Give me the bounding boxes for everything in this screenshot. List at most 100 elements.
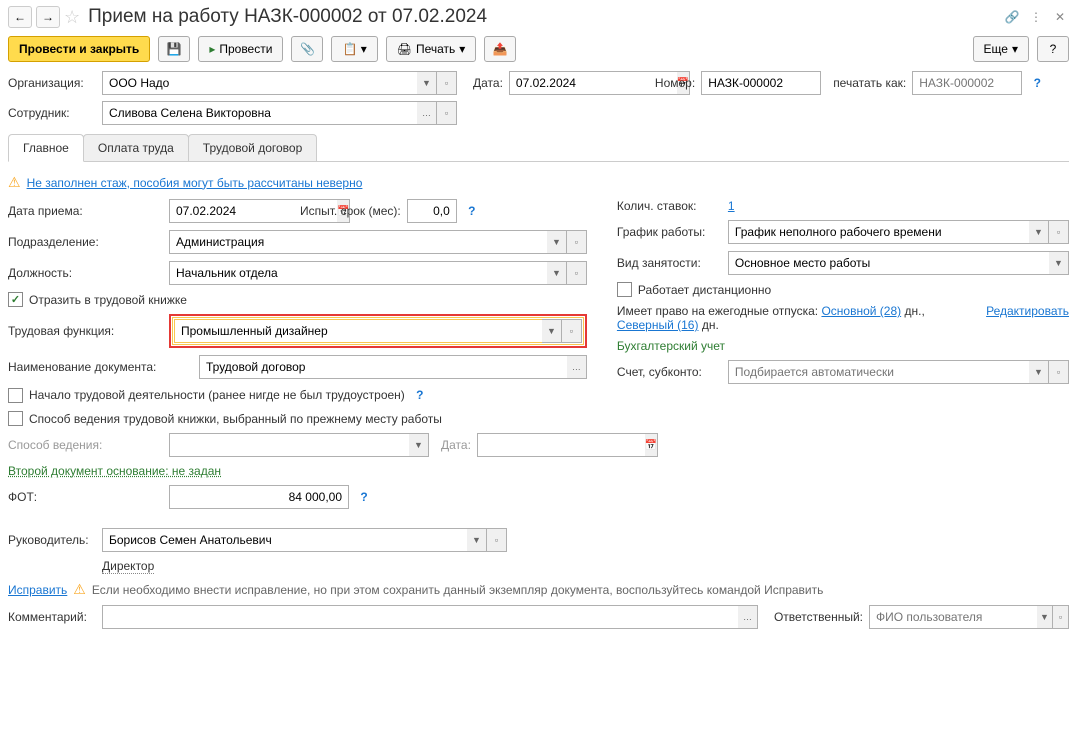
responsible-dropdown-button[interactable]: ▼ xyxy=(1037,605,1053,629)
dept-open-button[interactable]: ▫ xyxy=(567,230,587,254)
emp-type-dropdown-button[interactable]: ▼ xyxy=(1049,251,1069,275)
trial-input[interactable] xyxy=(407,199,457,223)
edit-link[interactable]: Редактировать xyxy=(986,304,1069,318)
fix-link[interactable]: Исправить xyxy=(8,583,67,597)
position-input[interactable] xyxy=(169,261,547,285)
vacation-days2: дн. xyxy=(702,318,719,332)
first-job-checkbox[interactable] xyxy=(8,388,23,403)
function-input[interactable] xyxy=(174,319,542,343)
remote-label: Работает дистанционно xyxy=(638,283,771,297)
hire-date-label: Дата приема: xyxy=(8,204,163,218)
post-button[interactable]: ▸Провести xyxy=(198,36,283,62)
emp-type-label: Вид занятости: xyxy=(617,256,722,270)
date-label: Дата: xyxy=(473,76,503,90)
favorite-star-icon[interactable]: ☆ xyxy=(64,7,80,28)
account-open-button[interactable]: ▫ xyxy=(1049,360,1069,384)
first-job-help-icon[interactable]: ? xyxy=(411,386,429,404)
employee-ellipsis-button[interactable]: … xyxy=(417,101,437,125)
print-button[interactable]: 🖨 Печать ▾ xyxy=(386,36,477,62)
date2-label: Дата: xyxy=(441,438,471,452)
post-and-close-button[interactable]: Провести и закрыть xyxy=(8,36,150,62)
position-label: Должность: xyxy=(8,266,163,280)
trial-help-icon[interactable]: ? xyxy=(463,202,481,220)
tab-contract[interactable]: Трудовой договор xyxy=(188,134,317,161)
date-input[interactable] xyxy=(509,71,677,95)
org-dropdown-button[interactable]: ▼ xyxy=(417,71,437,95)
export-button[interactable]: 📤 xyxy=(484,36,516,62)
doc-name-label: Наименование документа: xyxy=(8,360,193,374)
kebab-menu-icon[interactable]: ⋮ xyxy=(1027,8,1045,26)
org-open-button[interactable]: ▫ xyxy=(437,71,457,95)
accounting-label: Бухгалтерский учет xyxy=(617,339,725,353)
close-icon[interactable]: ✕ xyxy=(1051,8,1069,26)
method-dropdown-button: ▼ xyxy=(409,433,429,457)
manager-input[interactable] xyxy=(102,528,467,552)
director-link[interactable]: Директор xyxy=(102,559,154,574)
back-button[interactable]: ← xyxy=(8,6,32,28)
link-icon[interactable]: 🔗 xyxy=(1003,8,1021,26)
number-label: Номер: xyxy=(655,76,695,90)
account-input[interactable] xyxy=(728,360,1029,384)
emp-type-input[interactable] xyxy=(728,251,1049,275)
dept-input[interactable] xyxy=(169,230,547,254)
manager-label: Руководитель: xyxy=(8,533,96,547)
comment-input[interactable] xyxy=(102,605,738,629)
schedule-label: График работы: xyxy=(617,225,722,239)
attach-button[interactable]: 📎 xyxy=(291,36,323,62)
schedule-dropdown-button[interactable]: ▼ xyxy=(1029,220,1049,244)
forward-button[interactable]: → xyxy=(36,6,60,28)
schedule-input[interactable] xyxy=(728,220,1029,244)
responsible-label: Ответственный: xyxy=(774,610,863,624)
second-doc-link[interactable]: Второй документ основание: не задан xyxy=(8,464,221,478)
page-title: Прием на работу НАЗК-000002 от 07.02.202… xyxy=(88,6,487,28)
first-job-label: Начало трудовой деятельности (ранее нигд… xyxy=(29,388,405,402)
position-dropdown-button[interactable]: ▼ xyxy=(547,261,567,285)
account-dropdown-button[interactable]: ▼ xyxy=(1029,360,1049,384)
reflect-label: Отразить в трудовой книжке xyxy=(29,293,187,307)
print-as-input[interactable] xyxy=(912,71,1022,95)
fot-label: ФОТ: xyxy=(8,490,163,504)
vacation-main-link[interactable]: Основной (28) xyxy=(821,304,901,318)
method-prev-label: Способ ведения трудовой книжки, выбранны… xyxy=(29,412,442,426)
paste-button[interactable]: 📋 ▾ xyxy=(331,36,377,62)
doc-name-ellipsis-button[interactable]: … xyxy=(567,355,587,379)
manager-dropdown-button[interactable]: ▼ xyxy=(467,528,487,552)
reflect-checkbox[interactable]: ✓ xyxy=(8,292,23,307)
vacation-north-link[interactable]: Северный (16) xyxy=(617,318,699,332)
org-input[interactable] xyxy=(102,71,417,95)
employee-input[interactable] xyxy=(102,101,417,125)
fix-text: Если необходимо внести исправление, но п… xyxy=(92,583,824,597)
function-dropdown-button[interactable]: ▼ xyxy=(542,319,562,343)
number-input[interactable] xyxy=(701,71,821,95)
responsible-open-button[interactable]: ▫ xyxy=(1053,605,1069,629)
responsible-input[interactable] xyxy=(869,605,1037,629)
dept-dropdown-button[interactable]: ▼ xyxy=(547,230,567,254)
print-as-help-icon[interactable]: ? xyxy=(1028,74,1046,92)
warning-link[interactable]: Не заполнен стаж, пособия могут быть рас… xyxy=(27,176,363,190)
comment-ellipsis-button[interactable]: … xyxy=(738,605,758,629)
rates-label: Колич. ставок: xyxy=(617,199,722,213)
help-button[interactable]: ? xyxy=(1037,36,1069,62)
employee-open-button[interactable]: ▫ xyxy=(437,101,457,125)
position-open-button[interactable]: ▫ xyxy=(567,261,587,285)
fix-warning-icon: ⚠ xyxy=(73,581,86,598)
doc-name-input[interactable] xyxy=(199,355,567,379)
fot-help-icon[interactable]: ? xyxy=(355,488,373,506)
rates-link[interactable]: 1 xyxy=(728,199,735,213)
employee-label: Сотрудник: xyxy=(8,106,96,120)
schedule-open-button[interactable]: ▫ xyxy=(1049,220,1069,244)
method-input xyxy=(169,433,409,457)
manager-open-button[interactable]: ▫ xyxy=(487,528,507,552)
more-button[interactable]: Еще ▾ xyxy=(973,36,1029,62)
remote-checkbox[interactable] xyxy=(617,282,632,297)
method-prev-checkbox[interactable] xyxy=(8,411,23,426)
warning-icon: ⚠ xyxy=(8,174,21,191)
print-as-label: печатать как: xyxy=(833,76,906,90)
save-button[interactable]: 💾 xyxy=(158,36,190,62)
fot-input[interactable] xyxy=(169,485,349,509)
tab-main[interactable]: Главное xyxy=(8,134,84,162)
function-open-button[interactable]: ▫ xyxy=(562,319,582,343)
trial-label: Испыт. срок (мес): xyxy=(300,204,401,218)
vacation-days: дн., xyxy=(904,304,924,318)
tab-pay[interactable]: Оплата труда xyxy=(83,134,189,161)
